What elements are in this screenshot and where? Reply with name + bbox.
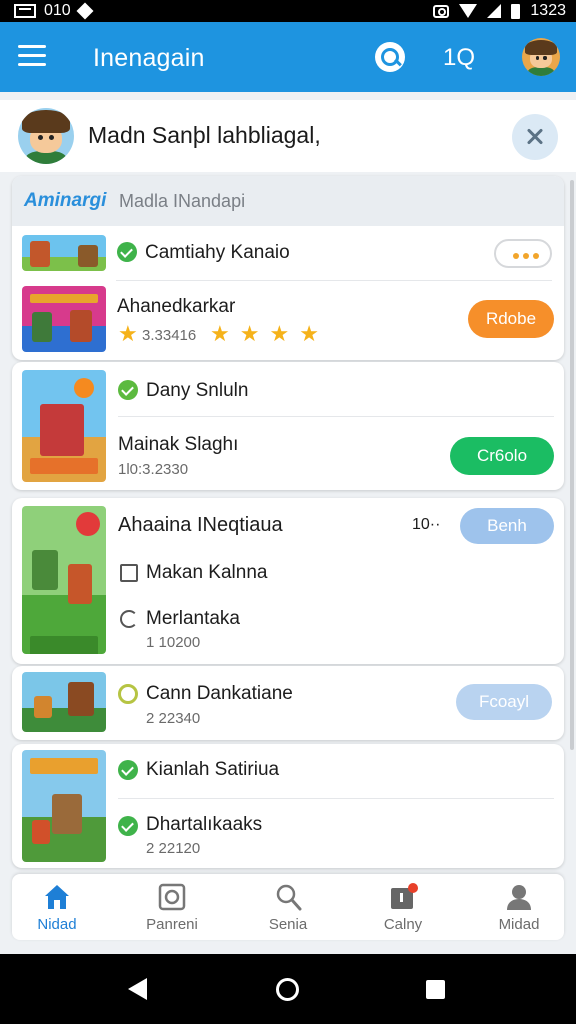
row-subtitle: 1 10200	[146, 634, 201, 651]
star-icon: ★	[299, 321, 319, 346]
verified-badge-icon	[118, 380, 138, 400]
app-bar: Inenagain 1Q	[0, 22, 576, 92]
game-card-1: Aminargi Madla INandapi Camtiahy Kanaio …	[12, 176, 564, 360]
star-icon: ★	[239, 321, 260, 346]
divider	[116, 280, 552, 281]
nav-item-home[interactable]: Nidad	[12, 880, 102, 936]
action-button[interactable]: Fcoayl	[456, 684, 552, 720]
app-bar-count[interactable]: 1Q	[443, 44, 475, 72]
row-title[interactable]: Dany Snluln	[146, 380, 248, 402]
action-button[interactable]: Rdobe	[468, 300, 554, 338]
game-card-5: Kianlah Satiriua Dhartalıkaaks 2 22120	[12, 744, 564, 868]
nav-item-camera[interactable]: Panreni	[127, 880, 217, 936]
row-title[interactable]: Dhartalıkaaks	[146, 814, 262, 836]
nav-item-notifications[interactable]: Calny	[358, 880, 448, 936]
card-header-count: 10··	[412, 516, 441, 533]
home-icon	[45, 885, 69, 909]
search-icon	[276, 884, 302, 911]
nav-label: Calny	[383, 916, 423, 933]
app-title: Inenagain	[93, 44, 205, 72]
recent-apps-icon[interactable]	[426, 980, 445, 999]
more-options-button[interactable]	[494, 239, 552, 268]
action-button[interactable]: Cr6olo	[450, 437, 554, 475]
rating-value: 3.33416	[142, 327, 197, 344]
row-subtitle: 2 22120	[146, 840, 201, 857]
bottom-navigation: Nidad Panreni Senia Calny Midad	[12, 874, 564, 940]
action-button[interactable]: Benh	[460, 508, 554, 544]
row-title[interactable]: Ahanedkarkar	[117, 296, 235, 318]
nav-item-search[interactable]: Senia	[243, 880, 333, 936]
verified-badge-icon	[118, 816, 138, 836]
notification-diamond-icon	[76, 2, 94, 20]
nav-label: Nidad	[37, 916, 77, 933]
game-thumbnail[interactable]	[22, 235, 106, 271]
divider	[118, 416, 554, 417]
nav-label: Senia	[268, 916, 308, 933]
row-title[interactable]: Camtiahy Kanaio	[145, 242, 290, 264]
menu-icon[interactable]	[18, 45, 46, 67]
dots-icon	[513, 253, 539, 259]
game-thumbnail[interactable]	[22, 286, 106, 352]
status-left-text: 010	[44, 2, 71, 19]
row-title[interactable]: Kianlah Satiriua	[146, 759, 279, 781]
system-navigation-bar	[0, 954, 576, 1024]
star-icon: ★	[210, 321, 230, 346]
verified-badge-icon	[118, 760, 138, 780]
row-subtitle: 1l0:3.2330	[118, 461, 189, 478]
game-card-2: Dany Snluln Mainak Slaghı 1l0:3.2330 Cr6…	[12, 362, 564, 490]
greeting-avatar	[18, 108, 74, 164]
row-title[interactable]: Merlantaka	[146, 608, 240, 630]
battery-icon	[511, 3, 521, 19]
game-thumbnail[interactable]	[22, 506, 106, 654]
tab-aminargi[interactable]: Aminargi	[24, 190, 106, 212]
wifi-icon	[459, 4, 478, 18]
back-icon[interactable]	[128, 978, 147, 1000]
game-card-3: Ahaaina INeqtiaua 10·· Benh Makan Kalnna…	[12, 498, 564, 664]
notification-icon	[391, 883, 418, 909]
user-avatar[interactable]	[522, 38, 560, 76]
status-bar: 010 1323	[0, 0, 576, 22]
greeting-banner: Madn Sanþl lahbliagal,	[0, 100, 576, 172]
status-ring-icon	[118, 684, 138, 704]
checkbox[interactable]	[120, 564, 138, 582]
star-icon: ★	[269, 321, 290, 346]
row-title[interactable]: Mainak Slaghı	[118, 434, 238, 456]
nav-label: Panreni	[146, 916, 198, 933]
greeting-text: Madn Sanþl lahbliagal,	[88, 122, 321, 148]
signal-icon	[487, 4, 502, 18]
search-icon[interactable]	[375, 42, 405, 72]
verified-badge-icon	[117, 242, 137, 262]
nav-item-profile[interactable]: Midad	[474, 880, 564, 936]
scrollbar[interactable]	[570, 180, 574, 750]
star-rating: ★	[118, 323, 138, 345]
card-tabs: Aminargi Madla INandapi	[12, 176, 564, 226]
row-title[interactable]: Makan Kalnna	[146, 562, 267, 584]
radio-option[interactable]	[120, 610, 138, 628]
nav-label: Midad	[498, 916, 540, 933]
row-title[interactable]: Cann Dankatiane	[146, 683, 293, 705]
game-thumbnail[interactable]	[22, 672, 106, 732]
status-time: 1323	[530, 2, 566, 19]
card-header-title: Ahaaina INeqtiaua	[118, 514, 283, 536]
star-rating-row: ★ ★ ★ ★	[210, 323, 319, 345]
camera-status-icon	[433, 4, 450, 18]
star-icon: ★	[118, 321, 138, 346]
game-card-4: Cann Dankatiane 2 22340 Fcoayl	[12, 666, 564, 740]
camera-icon	[158, 883, 186, 911]
gallery-icon	[14, 4, 36, 18]
home-button-icon[interactable]	[276, 978, 299, 1001]
close-icon[interactable]	[512, 114, 558, 160]
game-thumbnail[interactable]	[22, 750, 106, 862]
divider	[118, 798, 554, 799]
row-subtitle: 2 22340	[146, 710, 201, 727]
game-thumbnail[interactable]	[22, 370, 106, 482]
profile-icon	[507, 885, 531, 910]
tab-madla[interactable]: Madla INandapi	[119, 191, 245, 212]
